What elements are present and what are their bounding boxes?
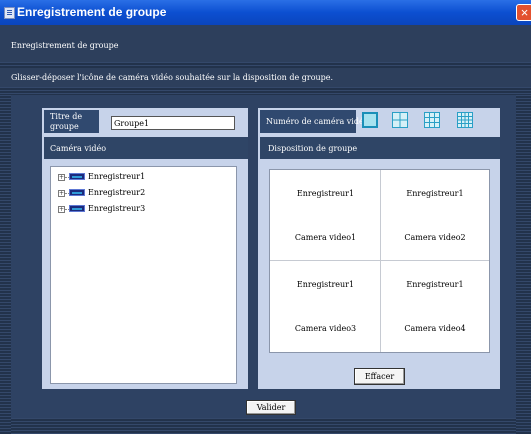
instruction-text: Glisser-déposer l'icône de caméra vidéo … [11, 73, 334, 82]
layout-4-icon[interactable] [392, 112, 408, 128]
cell-camera: Camera video2 [404, 233, 466, 242]
group-title-label-box: Titre de groupe [44, 110, 99, 133]
cell-recorder: Enregistreur1 [406, 280, 464, 289]
cell-camera: Camera video1 [294, 233, 357, 242]
layout-9-icon[interactable] [424, 112, 440, 128]
group-registration-window: Enregistrement de groupe × Enregistremen… [0, 0, 531, 434]
frame-stripe-right [516, 95, 531, 434]
page-header: Enregistrement de groupe [0, 25, 531, 62]
cell-camera: Camera video4 [404, 324, 466, 333]
app-icon [4, 7, 15, 19]
camera-number-label: Numéro de caméra vidéo [266, 117, 369, 126]
clear-button[interactable]: Effacer [354, 368, 405, 385]
expand-icon[interactable]: + [58, 190, 65, 197]
cell-recorder: Enregistreur1 [296, 280, 355, 289]
cell-recorder: Enregistreur1 [406, 189, 464, 198]
camera-tree [50, 166, 237, 384]
cell-camera: Camera video3 [294, 324, 357, 333]
layout-cell-2[interactable]: Enregistreur1 Camera video2 [381, 170, 489, 260]
close-icon[interactable]: × [516, 4, 531, 21]
window-title: Enregistrement de groupe [17, 5, 167, 19]
frame-stripe-left [0, 95, 11, 434]
recorder-name: Enregistreur3 [88, 204, 146, 213]
group-title-label: Titre de groupe [50, 112, 83, 131]
layout-panel-header: Disposition de groupe [260, 137, 500, 159]
layout-cell-1[interactable]: Enregistreur1 Camera video1 [270, 170, 381, 260]
layout-cell-4[interactable]: Enregistreur1 Camera video4 [381, 261, 489, 351]
group-title-input[interactable] [111, 116, 235, 130]
recorder-name: Enregistreur2 [88, 188, 146, 197]
recorder-icon [69, 189, 85, 196]
instruction-bar: Glisser-déposer l'icône de caméra vidéo … [0, 68, 531, 87]
frame-stripe-bottom [11, 418, 516, 434]
camera-panel-header: Caméra vidéo [44, 137, 248, 159]
recorder-icon [69, 173, 85, 180]
page-title: Enregistrement de groupe [11, 41, 119, 50]
expand-icon[interactable]: + [58, 206, 65, 213]
layout-cell-3[interactable]: Enregistreur1 Camera video3 [270, 261, 381, 351]
recorder-icon [69, 205, 85, 212]
cell-recorder: Enregistreur1 [296, 189, 355, 198]
divider-band [0, 87, 531, 95]
camera-panel-title: Caméra vidéo [50, 144, 107, 153]
recorder-name: Enregistreur1 [88, 172, 146, 181]
layout-panel-title: Disposition de groupe [268, 144, 358, 153]
layout-16-icon[interactable] [457, 112, 473, 128]
layout-1-icon[interactable] [362, 112, 378, 128]
camera-number-label-box: Numéro de caméra vidéo [260, 110, 369, 133]
title-bar: Enregistrement de groupe × [0, 0, 531, 25]
submit-button[interactable]: Valider [246, 400, 296, 415]
expand-icon[interactable]: + [58, 174, 65, 181]
